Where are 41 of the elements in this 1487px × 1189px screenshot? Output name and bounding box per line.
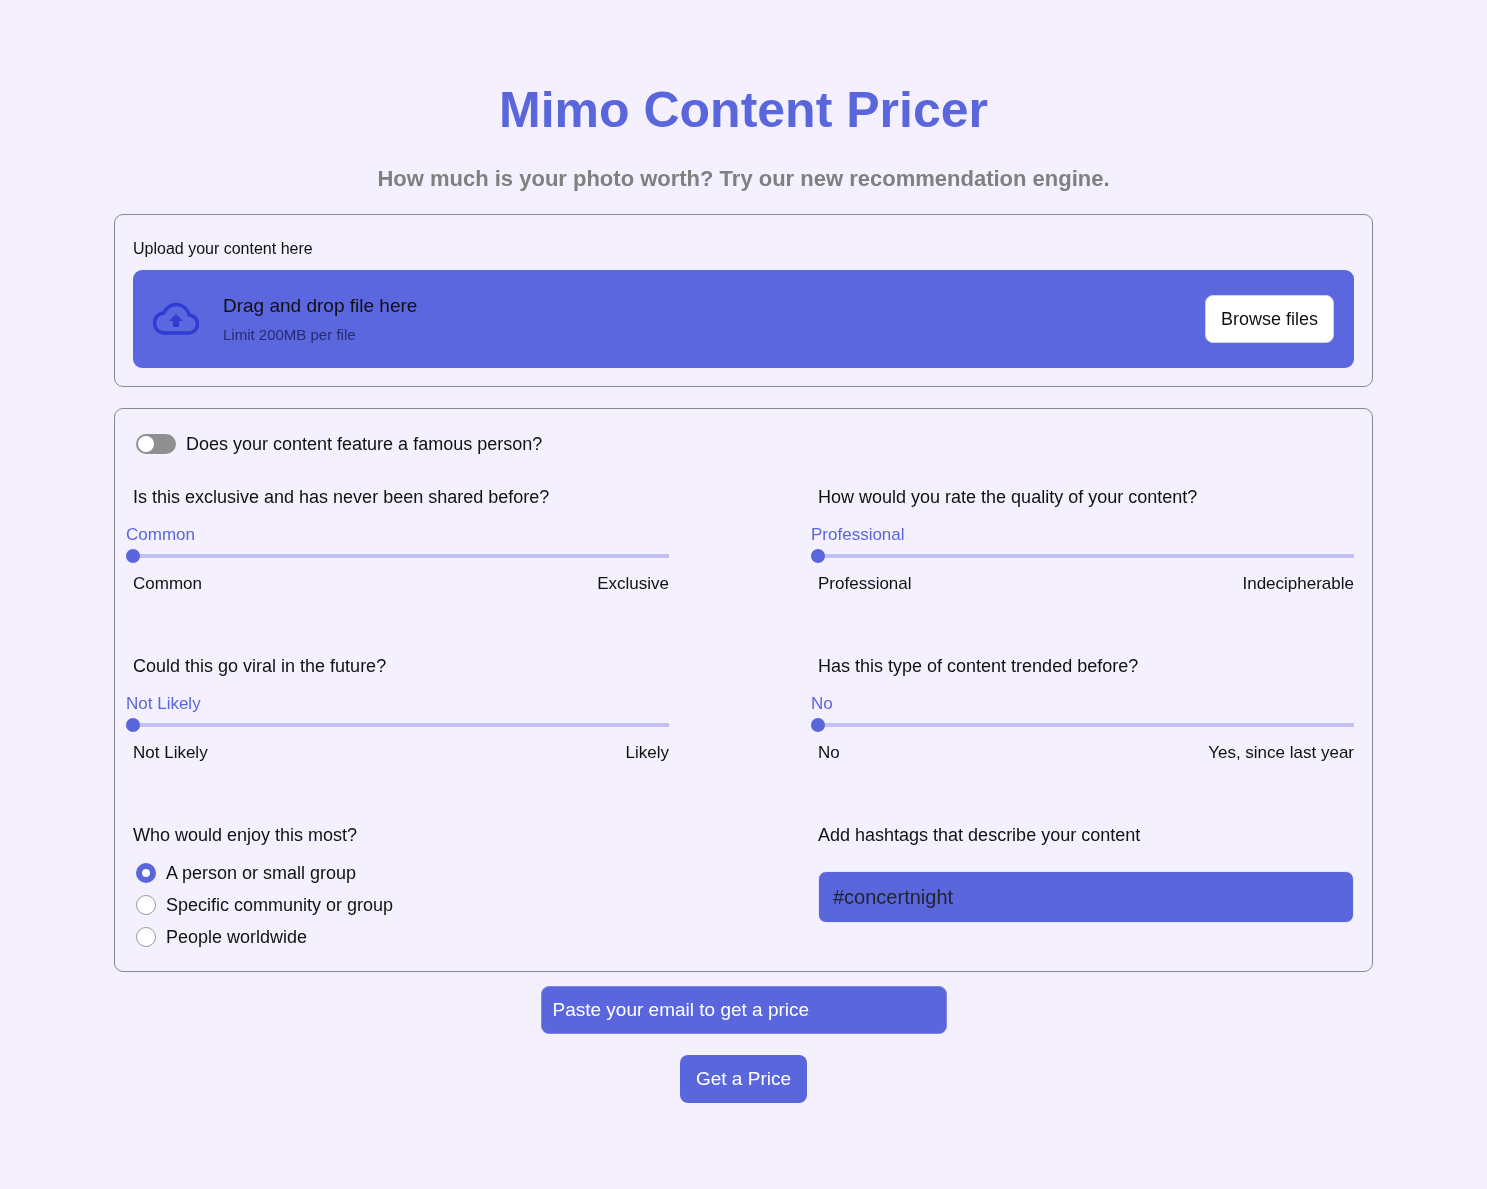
famous-person-toggle[interactable] (136, 434, 176, 454)
slider-min-label: No (818, 743, 840, 763)
slider-thumb[interactable] (126, 549, 140, 563)
hashtags-label: Add hashtags that describe your content (818, 824, 1142, 847)
slider-question: How would you rate the quality of your content? (818, 486, 1199, 509)
file-dropzone[interactable]: Drag and drop file here Limit 200MB per file Browse files (133, 270, 1354, 368)
get-price-button[interactable]: Get a Price (679, 1055, 807, 1103)
slider-value: Common (126, 525, 195, 544)
dropzone-hint: Limit 200MB per file (223, 324, 357, 345)
cloud-upload-icon (153, 302, 199, 336)
radio-label[interactable]: Specific community or group (166, 892, 394, 918)
dropzone-title: Drag and drop file here (223, 293, 419, 318)
radio-button[interactable] (136, 927, 156, 947)
browse-files-button[interactable]: Browse files (1204, 295, 1334, 343)
page-subtitle: How much is your photo worth? Try our new recommendation engine. (376, 165, 1111, 193)
slider-question: Has this type of content trended before? (818, 655, 1140, 678)
radio-button[interactable] (136, 863, 156, 883)
slider-min-label: Professional (818, 574, 912, 594)
upload-label: Upload your content here (133, 239, 314, 259)
slider-max-label: Yes, since last year (1208, 743, 1354, 763)
slider-min-label: Not Likely (133, 743, 208, 763)
slider-thumb[interactable] (126, 718, 140, 732)
slider-thumb[interactable] (811, 718, 825, 732)
email-input[interactable]: Paste your email to get a price (540, 986, 947, 1034)
radio-button[interactable] (136, 895, 156, 915)
slider-min-label: Common (133, 574, 202, 594)
slider-thumb[interactable] (811, 549, 825, 563)
slider-max-label: Exclusive (597, 574, 669, 594)
slider-question: Could this go viral in the future? (133, 655, 388, 678)
toggle-label: Does your content feature a famous person? (186, 433, 543, 456)
radio-label[interactable]: People worldwide (166, 924, 308, 950)
page-title: Mimo Content Pricer (498, 81, 989, 140)
slider-question: Is this exclusive and has never been shared before? (133, 486, 551, 509)
slider-value: No (811, 694, 833, 713)
slider-max-label: Indecipherable (1242, 574, 1354, 594)
hashtags-input[interactable]: #concertnight (818, 871, 1354, 923)
radio-label[interactable]: A person or small group (166, 860, 357, 886)
slider-value: Professional (811, 525, 905, 544)
slider-value: Not Likely (126, 694, 201, 713)
audience-question: Who would enjoy this most? (133, 824, 359, 847)
slider-max-label: Likely (625, 743, 669, 763)
